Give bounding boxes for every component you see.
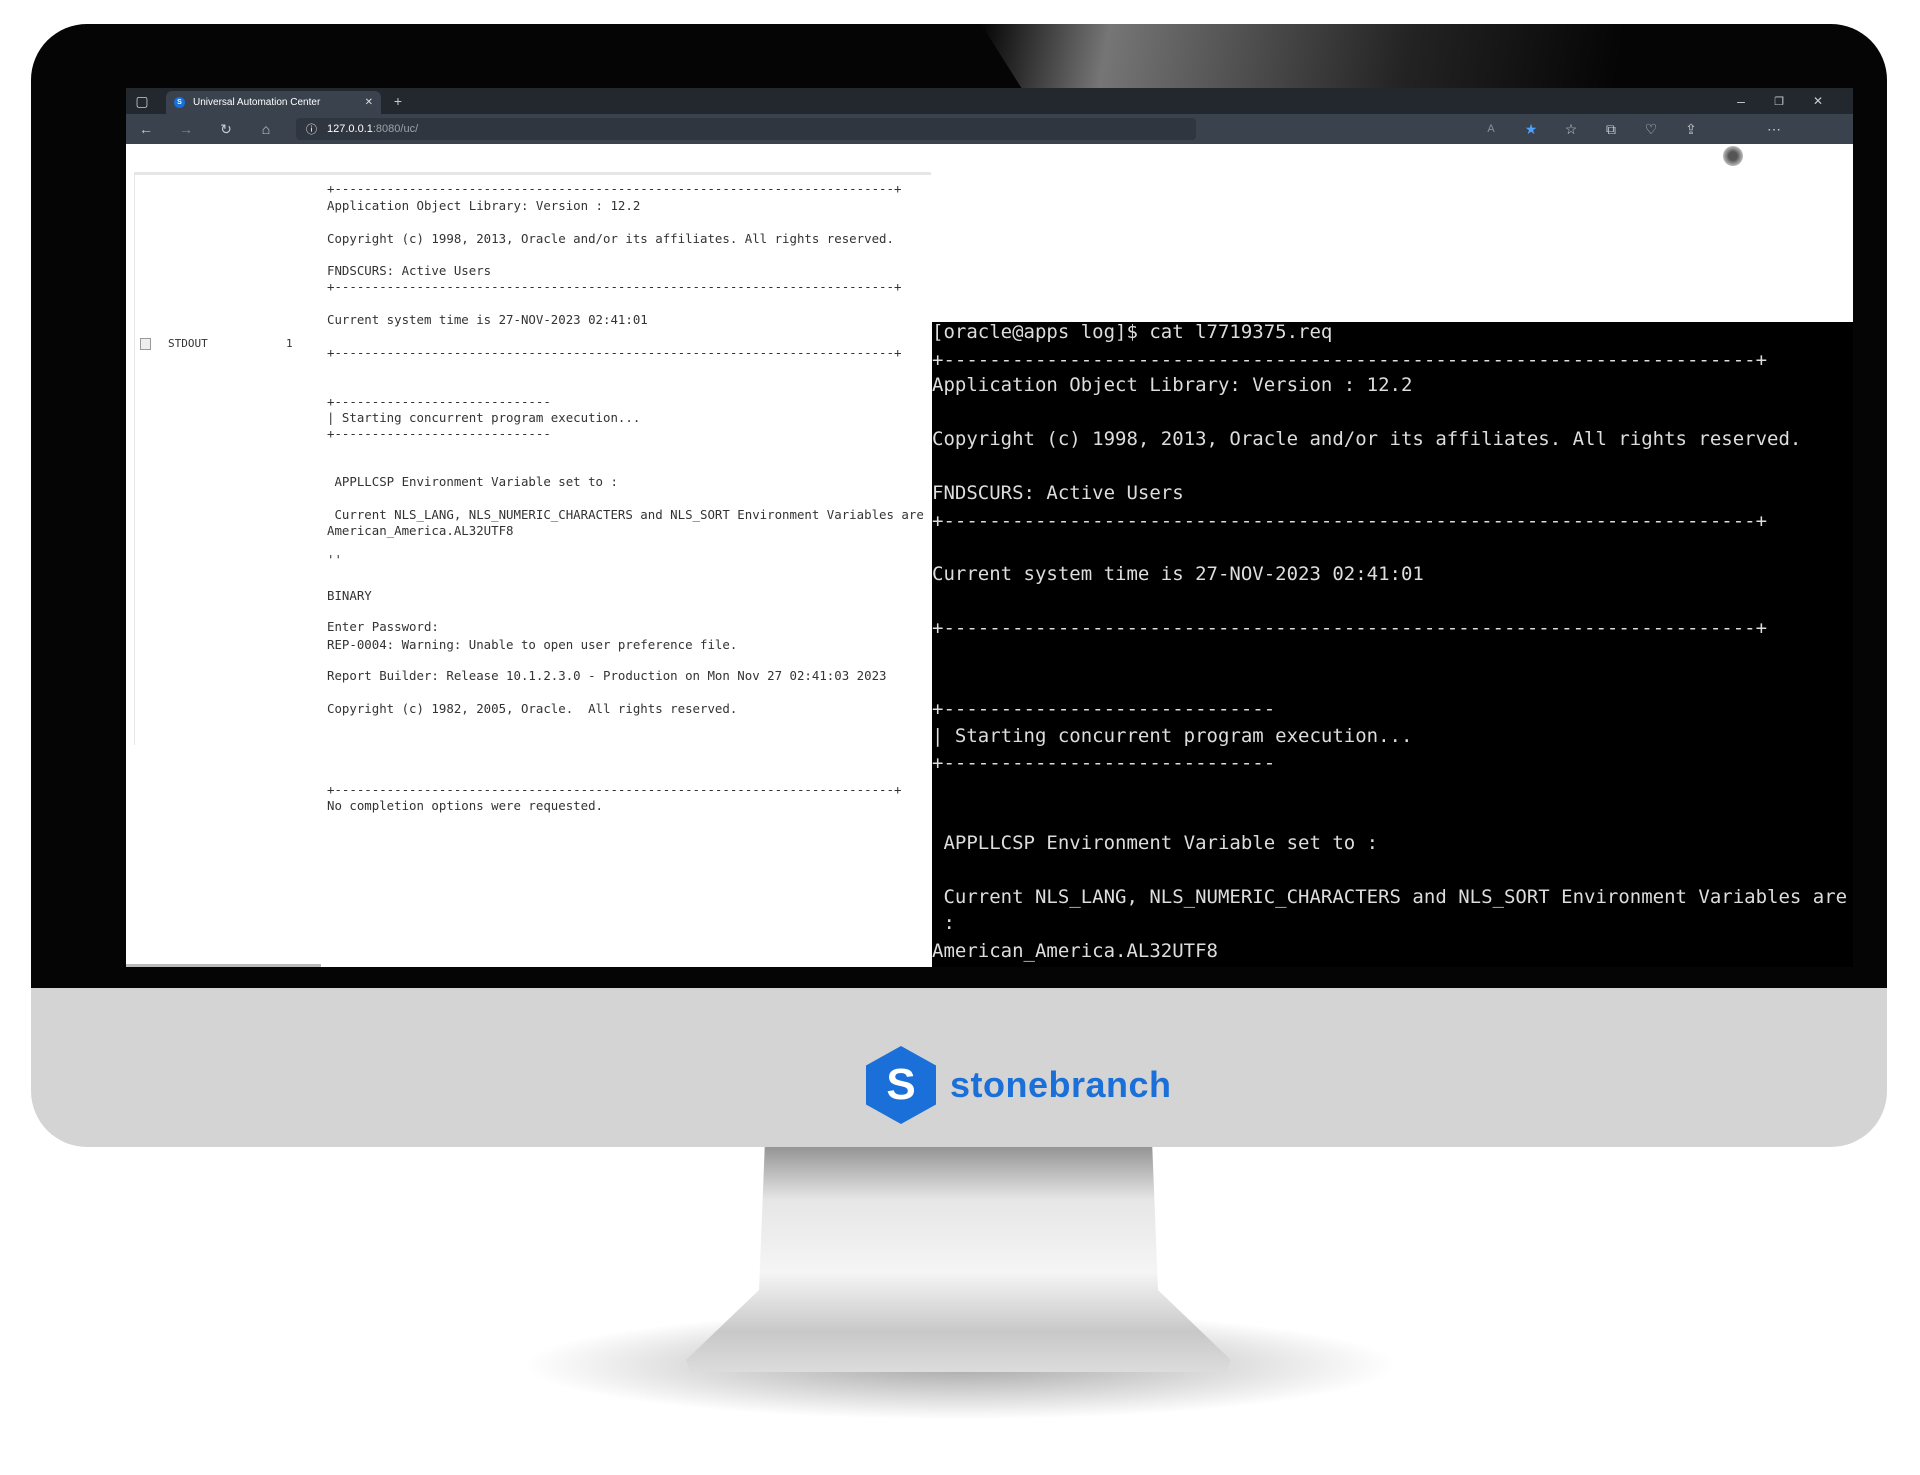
favorites-icon[interactable]: ☆ bbox=[1561, 119, 1581, 139]
refresh-icon[interactable]: ↻ bbox=[216, 119, 236, 139]
terminal-line: Current system time is 27-NOV-2023 02:41… bbox=[932, 563, 1424, 585]
new-tab-icon[interactable]: + bbox=[388, 91, 408, 111]
log-line: +----------------------------- bbox=[327, 394, 551, 409]
favorite-star-icon[interactable]: ★ bbox=[1521, 119, 1541, 139]
terminal-line: [oracle@apps log]$ cat l7719375.req bbox=[932, 322, 1333, 343]
output-row-count: 1 bbox=[286, 337, 293, 350]
url-path: :8080/uc/ bbox=[372, 123, 419, 135]
terminal-line: FNDSCURS: Active Users bbox=[932, 482, 1184, 504]
log-line: FNDSCURS: Active Users bbox=[327, 263, 492, 278]
log-line: Copyright (c) 1982, 2005, Oracle. All ri… bbox=[327, 701, 738, 716]
favicon-icon: S bbox=[174, 97, 185, 108]
terminal-window: [oracle@apps log]$ cat l7719375.req +---… bbox=[932, 322, 1853, 967]
log-line: REP-0004: Warning: Unable to open user p… bbox=[327, 637, 738, 652]
tab-close-icon[interactable]: ✕ bbox=[365, 97, 373, 108]
log-line: Current system time is 27-NOV-2023 02:41… bbox=[327, 312, 648, 327]
terminal-line: Copyright (c) 1998, 2013, Oracle and/or … bbox=[932, 428, 1802, 450]
share-icon[interactable]: ⇪ bbox=[1681, 119, 1701, 139]
terminal-line: | Starting concurrent program execution.… bbox=[932, 725, 1413, 747]
output-row-label[interactable]: STDOUT bbox=[168, 337, 208, 350]
minimize-icon[interactable]: – bbox=[1731, 91, 1751, 111]
tab-title: Universal Automation Center bbox=[193, 97, 321, 108]
log-line: Enter Password: bbox=[327, 619, 439, 634]
collections-icon[interactable]: ⧉ bbox=[1601, 119, 1621, 139]
home-icon[interactable]: ⌂ bbox=[256, 119, 276, 139]
terminal-line: +---------------------------------------… bbox=[932, 349, 1768, 371]
terminal-line: Application Object Library: Version : 12… bbox=[932, 374, 1413, 396]
log-line: No completion options were requested. bbox=[327, 798, 604, 813]
url-bar[interactable]: ⓘ 127.0.0.1:8080/uc/ bbox=[296, 118, 1196, 140]
panel-top-border bbox=[134, 172, 931, 175]
log-line: Application Object Library: Version : 12… bbox=[327, 198, 641, 213]
tab-actions-icon[interactable]: ▢ bbox=[132, 91, 152, 111]
url-host: 127.0.0.1 bbox=[327, 123, 373, 135]
log-line: Report Builder: Release 10.1.2.3.0 - Pro… bbox=[327, 668, 887, 683]
log-line: American_America.AL32UTF8 bbox=[327, 523, 514, 538]
title-bar: ▢ S Universal Automation Center ✕ + – ❐ … bbox=[126, 88, 1853, 114]
log-line: BINARY bbox=[327, 588, 372, 603]
terminal-line: +----------------------------- bbox=[932, 698, 1276, 720]
forward-icon[interactable]: → bbox=[176, 119, 196, 139]
log-line: +---------------------------------------… bbox=[327, 181, 902, 196]
log-line: +----------------------------- bbox=[327, 426, 551, 441]
site-info-icon[interactable]: ⓘ bbox=[306, 121, 317, 137]
file-icon bbox=[140, 338, 151, 350]
terminal-line: APPLLCSP Environment Variable set to : bbox=[932, 832, 1379, 854]
log-line: +---------------------------------------… bbox=[327, 279, 902, 294]
terminal-line: American_America.AL32UTF8 bbox=[932, 940, 1218, 962]
log-line: '' bbox=[327, 552, 342, 567]
terminal-line: Current NLS_LANG, NLS_NUMERIC_CHARACTERS… bbox=[932, 886, 1848, 908]
brand-logo: S stonebranch bbox=[866, 1046, 1172, 1124]
browser-window: ▢ S Universal Automation Center ✕ + – ❐ … bbox=[126, 88, 1853, 967]
terminal-line: +---------------------------------------… bbox=[932, 510, 1768, 532]
terminal-line: +---------------------------------------… bbox=[932, 617, 1768, 639]
browser-tab[interactable]: S Universal Automation Center ✕ bbox=[166, 91, 381, 114]
more-icon[interactable]: ⋯ bbox=[1764, 119, 1784, 139]
log-line: Current NLS_LANG, NLS_NUMERIC_CHARACTERS… bbox=[327, 507, 924, 522]
close-icon[interactable]: ✕ bbox=[1808, 91, 1828, 111]
back-icon[interactable]: ← bbox=[136, 119, 156, 139]
brand-name: stonebranch bbox=[950, 1064, 1172, 1105]
read-aloud-icon[interactable]: A bbox=[1481, 119, 1501, 139]
terminal-line: +----------------------------- bbox=[932, 752, 1276, 774]
browser-essentials-icon[interactable]: ♡ bbox=[1641, 119, 1661, 139]
log-line: APPLLCSP Environment Variable set to : bbox=[327, 474, 618, 489]
panel-left-border bbox=[134, 175, 135, 745]
terminal-line: : bbox=[932, 912, 955, 934]
profile-avatar[interactable] bbox=[1723, 146, 1743, 166]
log-line: +---------------------------------------… bbox=[327, 345, 902, 360]
monitor-stand bbox=[686, 1140, 1231, 1372]
logo-hexagon-icon: S bbox=[866, 1046, 936, 1124]
monitor: ▢ S Universal Automation Center ✕ + – ❐ … bbox=[31, 24, 1887, 1147]
restore-icon[interactable]: ❐ bbox=[1769, 91, 1789, 111]
horizontal-scrollbar[interactable] bbox=[126, 964, 321, 967]
log-line: +---------------------------------------… bbox=[327, 782, 902, 797]
log-line: Copyright (c) 1998, 2013, Oracle and/or … bbox=[327, 231, 894, 246]
log-line: | Starting concurrent program execution.… bbox=[327, 410, 641, 425]
